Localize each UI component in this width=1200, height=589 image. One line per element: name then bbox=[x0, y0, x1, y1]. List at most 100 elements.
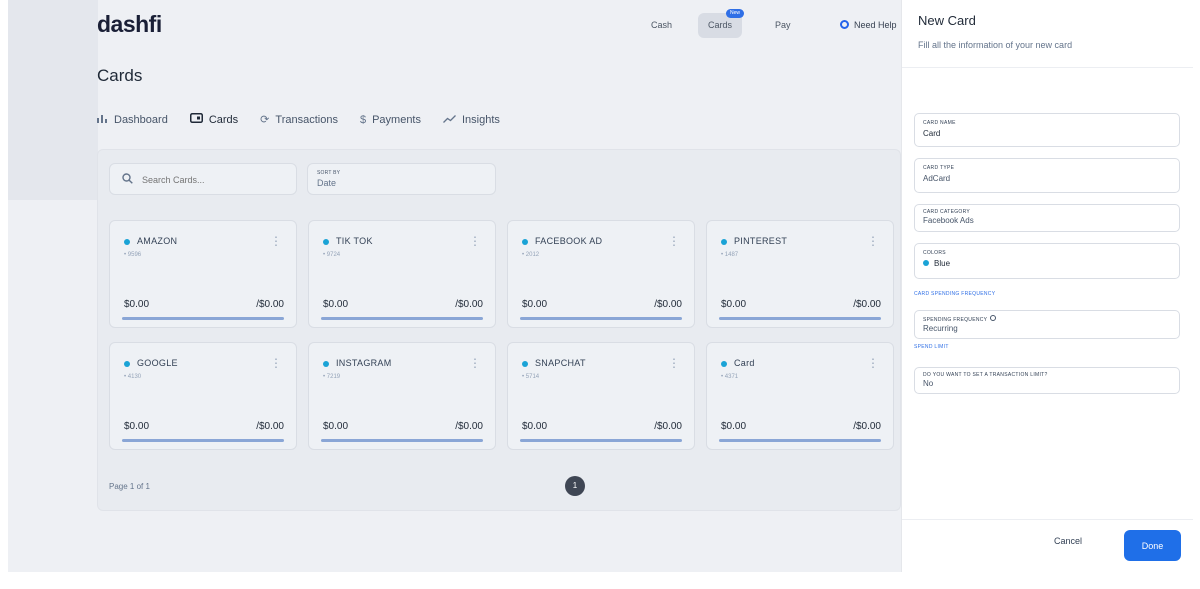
card-tile[interactable]: PINTEREST • 1487 ⋮ $0.00 /$0.00 bbox=[706, 220, 894, 328]
card-limit: /$0.00 bbox=[853, 421, 881, 432]
transaction-limit-value: No bbox=[923, 379, 934, 388]
topnav-cards[interactable]: Cards New bbox=[698, 9, 745, 38]
search-box[interactable] bbox=[109, 163, 297, 195]
topnav-pay[interactable]: Pay bbox=[765, 13, 801, 38]
more-vertical-icon[interactable]: ⋮ bbox=[668, 356, 680, 370]
transaction-limit-select[interactable]: DO YOU WANT TO SET A TRANSACTION LIMIT? … bbox=[914, 367, 1180, 394]
card-icon bbox=[189, 113, 203, 126]
color-swatch bbox=[923, 260, 929, 266]
card-tile[interactable]: AMAZON • 9596 ⋮ $0.00 /$0.00 bbox=[109, 220, 297, 328]
card-number: • 5714 bbox=[522, 374, 540, 380]
card-name-value: Card bbox=[923, 129, 941, 138]
card-name: FACEBOOK AD bbox=[535, 236, 603, 246]
section-tabs: Dashboard Cards ⟳ Transactions $ Payment… bbox=[97, 113, 500, 126]
card-spent: $0.00 bbox=[522, 421, 548, 432]
need-help-label: Need Help bbox=[854, 20, 897, 30]
sort-by-select[interactable]: SORT BY Date bbox=[307, 163, 496, 195]
card-progress-bar bbox=[122, 317, 284, 320]
drawer-title: New Card bbox=[918, 13, 976, 28]
top-bar: dashfi Cash Cards New Pay Need Help bbox=[8, 0, 901, 50]
card-tile[interactable]: FACEBOOK AD • 2012 ⋮ $0.00 /$0.00 bbox=[507, 220, 695, 328]
tab-cards[interactable]: Cards bbox=[189, 113, 238, 126]
card-spent: $0.00 bbox=[323, 421, 349, 432]
search-input[interactable] bbox=[142, 170, 292, 190]
card-type-value: AdCard bbox=[923, 174, 951, 183]
card-number: • 9596 bbox=[124, 252, 142, 258]
card-name: SNAPCHAT bbox=[535, 358, 586, 368]
card-color-dot bbox=[721, 239, 727, 245]
card-color-dot bbox=[721, 361, 727, 367]
card-color-dot bbox=[323, 239, 329, 245]
card-progress-bar bbox=[719, 439, 881, 442]
tab-transactions-label: Transactions bbox=[275, 113, 338, 126]
more-vertical-icon[interactable]: ⋮ bbox=[270, 356, 282, 370]
card-type-select[interactable]: CARD TYPE AdCard bbox=[914, 158, 1180, 193]
tab-payments-label: Payments bbox=[372, 113, 421, 126]
more-vertical-icon[interactable]: ⋮ bbox=[270, 234, 282, 248]
section-spend-limit: SPEND LIMIT bbox=[914, 344, 949, 350]
card-spent: $0.00 bbox=[323, 299, 349, 310]
drawer-footer: Cancel Done bbox=[902, 519, 1193, 572]
more-vertical-icon[interactable]: ⋮ bbox=[469, 356, 481, 370]
card-name-label: CARD NAME bbox=[923, 120, 956, 126]
card-color-dot bbox=[323, 361, 329, 367]
card-tile[interactable]: INSTAGRAM • 7219 ⋮ $0.00 /$0.00 bbox=[308, 342, 496, 450]
tab-insights[interactable]: Insights bbox=[443, 113, 500, 126]
sort-by-label: SORT BY bbox=[317, 170, 341, 176]
page-button-current[interactable]: 1 bbox=[565, 476, 585, 496]
topnav-cards-label: Cards bbox=[708, 20, 733, 30]
more-vertical-icon[interactable]: ⋮ bbox=[867, 356, 879, 370]
card-progress-bar bbox=[719, 317, 881, 320]
app-window: dashfi Cash Cards New Pay Need Help Card… bbox=[8, 0, 1193, 572]
card-tile[interactable]: SNAPCHAT • 5714 ⋮ $0.00 /$0.00 bbox=[507, 342, 695, 450]
tab-insights-label: Insights bbox=[462, 113, 500, 126]
more-vertical-icon[interactable]: ⋮ bbox=[469, 234, 481, 248]
more-vertical-icon[interactable]: ⋮ bbox=[668, 234, 680, 248]
card-number: • 7219 bbox=[323, 374, 341, 380]
spending-frequency-select[interactable]: SPENDING FREQUENCY Recurring bbox=[914, 310, 1180, 339]
card-number: • 4130 bbox=[124, 374, 142, 380]
card-limit: /$0.00 bbox=[256, 421, 284, 432]
card-progress-bar bbox=[122, 439, 284, 442]
card-category-select[interactable]: CARD CATEGORY Facebook Ads bbox=[914, 204, 1180, 232]
logo[interactable]: dashfi bbox=[97, 11, 162, 38]
card-limit: /$0.00 bbox=[654, 421, 682, 432]
refresh-icon: ⟳ bbox=[260, 114, 270, 126]
card-color-dot bbox=[522, 239, 528, 245]
sort-by-value: Date bbox=[317, 178, 337, 188]
card-name: TIK TOK bbox=[336, 236, 373, 246]
help-icon bbox=[840, 20, 849, 29]
more-vertical-icon[interactable]: ⋮ bbox=[867, 234, 879, 248]
pagination-info: Page 1 of 1 bbox=[109, 482, 150, 491]
card-limit: /$0.00 bbox=[455, 421, 483, 432]
card-number: • 4371 bbox=[721, 374, 739, 380]
card-limit: /$0.00 bbox=[654, 299, 682, 310]
card-color-dot bbox=[124, 361, 130, 367]
card-name-field[interactable]: CARD NAME Card bbox=[914, 113, 1180, 147]
card-tile[interactable]: Card • 4371 ⋮ $0.00 /$0.00 bbox=[706, 342, 894, 450]
spending-frequency-label-row: SPENDING FREQUENCY bbox=[923, 315, 1171, 323]
colors-select[interactable]: COLORS Blue bbox=[914, 243, 1180, 279]
tab-transactions[interactable]: ⟳ Transactions bbox=[260, 113, 338, 127]
colors-value: Blue bbox=[934, 259, 951, 268]
tab-dashboard[interactable]: Dashboard bbox=[97, 113, 168, 126]
card-number: • 1487 bbox=[721, 252, 739, 258]
card-tile[interactable]: GOOGLE • 4130 ⋮ $0.00 /$0.00 bbox=[109, 342, 297, 450]
cancel-button[interactable]: Cancel bbox=[1054, 536, 1082, 546]
spending-frequency-label: SPENDING FREQUENCY bbox=[923, 317, 988, 323]
card-category-label: CARD CATEGORY bbox=[923, 209, 971, 215]
card-name: INSTAGRAM bbox=[336, 358, 392, 368]
card-color-dot bbox=[522, 361, 528, 367]
topnav-cash[interactable]: Cash bbox=[641, 13, 682, 38]
info-icon[interactable] bbox=[990, 315, 997, 321]
need-help-link[interactable]: Need Help bbox=[840, 13, 897, 38]
done-button[interactable]: Done bbox=[1124, 530, 1181, 561]
new-card-drawer: New Card Fill all the information of you… bbox=[901, 0, 1193, 572]
card-spent: $0.00 bbox=[124, 299, 150, 310]
trend-icon bbox=[443, 114, 456, 126]
search-icon bbox=[122, 173, 133, 187]
card-tile[interactable]: TIK TOK • 9724 ⋮ $0.00 /$0.00 bbox=[308, 220, 496, 328]
card-limit: /$0.00 bbox=[853, 299, 881, 310]
card-type-label: CARD TYPE bbox=[923, 165, 955, 171]
tab-payments[interactable]: $ Payments bbox=[360, 113, 421, 126]
